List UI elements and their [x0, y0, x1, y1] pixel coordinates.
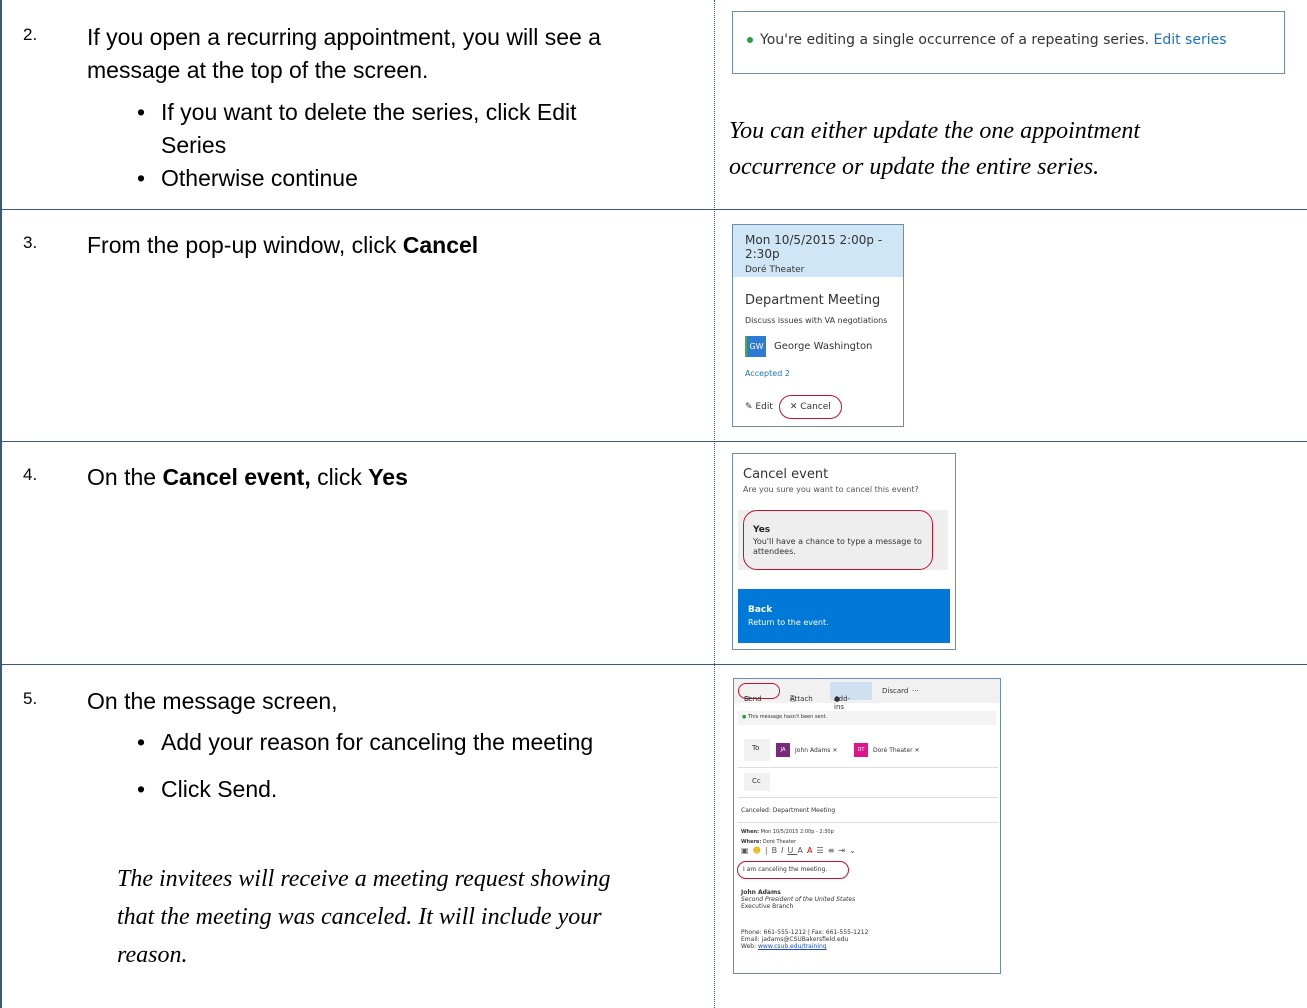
list-item: Add your reason for canceling the meetin…: [137, 726, 593, 759]
divider: [738, 797, 998, 798]
accepted-count-link[interactable]: Accepted 2: [745, 369, 903, 378]
edit-button[interactable]: ✎ Edit: [745, 402, 773, 412]
font-color-icon[interactable]: A: [807, 846, 816, 855]
close-icon[interactable]: ✕: [832, 747, 837, 754]
step-number: 3.: [23, 233, 38, 252]
discard-button[interactable]: Discard: [882, 687, 908, 695]
status-dot-icon: ●: [742, 714, 747, 720]
appointment-description: Discuss issues with VA negotiations: [745, 316, 888, 325]
bullet-list: Add your reason for canceling the meetin…: [137, 726, 593, 806]
step-number: 4.: [23, 465, 38, 484]
recipient-chip[interactable]: JA John Adams ✕: [776, 743, 837, 757]
recipient-name: John Adams: [795, 746, 831, 754]
to-button[interactable]: To: [744, 739, 770, 761]
message-body-reason[interactable]: I am canceling the meeting.: [737, 861, 849, 879]
close-icon: ✕: [789, 402, 798, 412]
bullet-list: If you want to delete the series, click …: [137, 96, 576, 195]
recurring-series-banner: You're editing a single occurrence of a …: [732, 11, 1285, 74]
indent-icon[interactable]: ⇥: [838, 846, 849, 855]
bullets-icon[interactable]: ☰: [817, 846, 828, 855]
edit-series-link[interactable]: Edit series: [1154, 32, 1227, 48]
row-divider: [0, 441, 1307, 442]
step-line: If you open a recurring appointment, you…: [87, 24, 601, 50]
close-icon[interactable]: ✕: [915, 747, 920, 754]
step-line: message at the top of the screen.: [87, 57, 429, 83]
popup-header: Mon 10/5/2015 2:00p - 2:30p Doré Theater: [733, 225, 903, 277]
banner-message: You're editing a single occurrence of a …: [760, 32, 1150, 48]
divider: [738, 767, 998, 768]
divider: [738, 822, 998, 823]
subject-field[interactable]: Canceled: Department Meeting: [741, 807, 835, 814]
recipient-chip[interactable]: DT Doré Theater ✕: [854, 743, 920, 757]
list-item: If you want to delete the series, click …: [137, 96, 576, 162]
web-link[interactable]: www.csub.edu/training: [758, 943, 827, 950]
step-note: The invitees will receive a meeting requ…: [117, 860, 610, 974]
appointment-time: Mon 10/5/2015 2:00p - 2:30p: [745, 233, 883, 261]
yes-sublabel: You'll have a chance to type a message t…: [753, 537, 922, 556]
organizer: GW George Washington: [745, 336, 903, 357]
recipient-name: Doré Theater: [873, 746, 913, 754]
font-size-icon[interactable]: A: [797, 846, 807, 855]
dialog-title: Cancel event: [743, 467, 829, 482]
avatar: GW: [745, 336, 766, 357]
table-column-divider: [714, 0, 715, 1008]
appointment-location: Doré Theater: [745, 265, 805, 275]
chevron-down-icon[interactable]: ⌄: [849, 846, 860, 855]
instruction-table: 2. If you open a recurring appointment, …: [0, 0, 1307, 1008]
step-text: On the message screen,: [87, 688, 338, 714]
row-divider: [0, 664, 1307, 665]
emoji-icon[interactable]: ☻: [753, 846, 765, 855]
step-number: 2.: [23, 25, 38, 44]
cc-button[interactable]: Cc: [744, 773, 770, 791]
back-label: Back: [748, 605, 773, 615]
underline-icon[interactable]: U: [787, 846, 797, 855]
signature: John Adams Second President of the Unite…: [741, 889, 856, 910]
bold-icon[interactable]: B: [772, 846, 782, 855]
step-number: 5.: [23, 689, 38, 708]
recipient-avatar: JA: [776, 743, 790, 757]
note-line: You can either update the one appointmen…: [729, 118, 1141, 144]
numbering-icon[interactable]: ≡: [828, 846, 839, 855]
image-icon[interactable]: ▣: [741, 846, 753, 855]
cancel-button[interactable]: ✕ Cancel: [778, 395, 842, 419]
yes-button[interactable]: Yes You'll have a chance to type a messa…: [743, 510, 933, 570]
table-border-left: [0, 0, 2, 1008]
note-line: The invitees will receive a meeting requ…: [117, 866, 611, 892]
status-dot-icon: [747, 37, 753, 43]
where-line: Where: Doré Theater: [741, 839, 796, 845]
step-text: From the pop-up window, click Cancel: [87, 232, 479, 258]
yes-label: Yes: [753, 525, 771, 535]
popup-actions: ✎ Edit ✕ Cancel: [745, 395, 842, 419]
recipient-avatar: DT: [854, 743, 868, 757]
more-options-button[interactable]: ···: [912, 687, 919, 695]
step-text: If you open a recurring appointment, you…: [87, 21, 601, 87]
not-sent-notice: ● This message hasn't been sent.: [738, 711, 996, 725]
back-button[interactable]: Back Return to the event.: [738, 589, 950, 643]
appointment-popup-screenshot: Mon 10/5/2015 2:00p - 2:30p Doré Theater…: [732, 224, 904, 427]
note-line: occurrence or update the entire series.: [729, 154, 1100, 180]
compose-toolbar: ✉ Send ⎘ Attach ● Add-ins Discard ···: [734, 679, 1000, 711]
dialog-question: Are you sure you want to cancel this eve…: [743, 485, 919, 494]
cancel-event-dialog-screenshot: Cancel event Are you sure you want to ca…: [732, 453, 956, 650]
list-item: Click Send.: [137, 773, 593, 806]
organizer-name: George Washington: [774, 341, 873, 352]
step-text: On the Cancel event, click Yes: [87, 464, 408, 490]
back-sublabel: Return to the event.: [748, 618, 829, 627]
contact-info: Phone: 661-555-1212 | Fax: 661-555-1212 …: [741, 929, 869, 950]
appointment-title: Department Meeting: [745, 293, 881, 308]
list-item: Otherwise continue: [137, 162, 576, 195]
row-divider: [0, 209, 1307, 210]
message-compose-screenshot: ✉ Send ⎘ Attach ● Add-ins Discard ··· ● …: [733, 678, 1001, 974]
step-note: You can either update the one appointmen…: [729, 113, 1140, 185]
pencil-icon: ✎: [745, 402, 753, 412]
note-line: that the meeting was canceled. It will i…: [117, 904, 602, 930]
format-toolbar: ▣☻|BIUAA☰≡⇥⌄: [741, 846, 860, 855]
when-line: When: Mon 10/5/2015 2:00p - 2:30p: [741, 829, 834, 835]
note-line: reason.: [117, 942, 188, 968]
